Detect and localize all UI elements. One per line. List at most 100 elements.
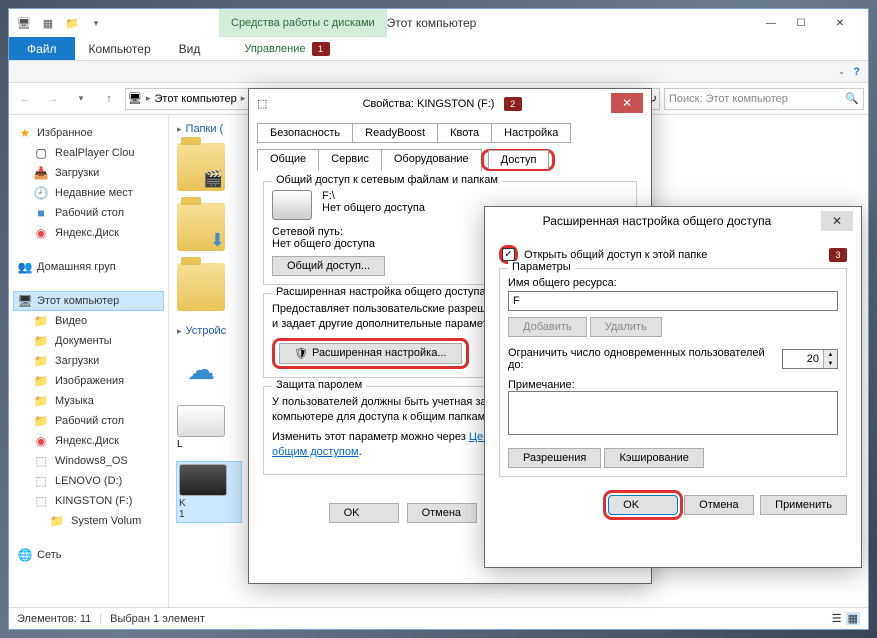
quick-access-toolbar: 🖥 ▦ 📁 ▾ [13,12,107,34]
nav-item[interactable]: 📁Документы [13,331,164,351]
forward-button[interactable]: → [41,87,65,111]
spin-up-icon[interactable]: ▲ [823,350,837,359]
limit-spinner[interactable]: ▲▼ [782,349,838,369]
ok-button[interactable]: OK [608,495,678,515]
advanced-sharing-dialog: Расширенная настройка общего доступа ✕ ✓… [484,206,862,568]
tab-security[interactable]: Безопасность [257,123,353,143]
tab-manage[interactable]: Управление1 [230,37,343,60]
nav-this-pc[interactable]: 🖥Этот компьютер [13,291,164,311]
network-path-value: Нет общего доступа [272,238,375,250]
nav-item[interactable]: 📁Видео [13,311,164,331]
limit-input[interactable] [783,353,823,365]
view-details-icon[interactable]: ☰ [832,612,842,625]
nav-item[interactable]: ◉Яндекс.Диск [13,431,164,451]
share-checkbox[interactable]: ✓ [502,248,515,261]
nav-item[interactable]: 📁Загрузки [13,351,164,371]
tab-customize[interactable]: Настройка [491,123,571,143]
sharing-button[interactable]: Общий доступ... [272,256,385,276]
nav-item[interactable]: 📥Загрузки [13,163,164,183]
nav-item[interactable]: 📁Рабочий стол [13,411,164,431]
nav-network[interactable]: 🌐Сеть [13,545,164,565]
status-selected: Выбран 1 элемент [110,613,205,625]
advanced-sharing-button[interactable]: 🛡Расширенная настройка... [279,343,462,364]
qat-props-icon[interactable]: ▦ [37,12,59,34]
nav-pane: ★Избранное ▢RealPlayer Clou 📥Загрузки 🕘Н… [9,115,169,607]
comment-label: Примечание: [508,379,838,391]
nav-item[interactable]: ◉Яндекс.Диск [13,223,164,243]
minimize-button[interactable]: — [756,13,786,33]
nav-item[interactable]: 📁Изображения [13,371,164,391]
drive-path: F:\ [322,190,425,202]
tab-view[interactable]: Вид [165,37,215,60]
dialog-titlebar: ⬚ Свойства: KINGSTON (F:) 2 ✕ [249,89,651,117]
tabs-row-2: Общие Сервис Оборудование Доступ [249,143,651,171]
tab-general[interactable]: Общие [257,149,319,171]
badge-1: 1 [312,42,330,56]
qat-dropdown-icon[interactable]: ▾ [85,12,107,34]
remove-button[interactable]: Удалить [590,317,662,337]
qat-newfolder-icon[interactable]: 📁 [61,12,83,34]
drive-icon: ⬚ [257,97,267,110]
maximize-button[interactable]: ☐ [786,13,816,33]
tab-sharing[interactable]: Доступ [488,150,550,169]
nav-item[interactable]: ⬚LENOVO (D:) [13,471,164,491]
app-icon: 🖥 [13,12,35,34]
close-button[interactable]: ✕ [816,13,864,33]
ok-button[interactable]: OK [329,503,399,523]
dialog-title: Свойства: KINGSTON (F:) [363,98,495,110]
status-count: Элементов: 11 [17,613,91,625]
nav-item[interactable]: ▢RealPlayer Clou [13,143,164,163]
add-button[interactable]: Добавить [508,317,587,337]
nav-favorites-header[interactable]: ★Избранное [13,123,164,143]
nav-homegroup[interactable]: 👥Домашняя груп [13,257,164,277]
folder-tile[interactable]: 🎬 [177,143,241,191]
permissions-button[interactable]: Разрешения [508,448,601,468]
search-icon: 🔍 [845,92,859,105]
window-title: Этот компьютер [107,16,756,30]
nav-item[interactable]: ■Рабочий стол [13,203,164,223]
dialog-close-button[interactable]: ✕ [821,211,853,231]
drive-tile[interactable]: L [177,405,241,450]
back-button[interactable]: ← [13,87,37,111]
drive-tile[interactable]: ☁ [177,345,241,393]
recent-dropdown[interactable]: ▾ [69,87,93,111]
group-params: Параметры Имя общего ресурса: Добавить У… [499,268,847,477]
dialog-footer: OK Отмена Применить [485,485,861,525]
tab-readyboost[interactable]: ReadyBoost [352,123,438,143]
breadcrumb-root[interactable]: Этот компьютер [155,93,237,105]
tab-computer[interactable]: Компьютер [75,37,165,60]
comment-textarea[interactable] [508,391,838,435]
view-tiles-icon[interactable]: ▦ [846,612,860,625]
nav-item[interactable]: ⬚Windows8_OS [13,451,164,471]
cancel-button[interactable]: Отмена [684,495,754,515]
apply-button[interactable]: Применить [760,495,847,515]
titlebar: 🖥 ▦ 📁 ▾ Средства работы с дисками Этот к… [9,9,868,37]
badge-3: 3 [829,248,847,262]
search-input[interactable]: Поиск: Этот компьютер 🔍 [664,88,864,110]
ribbon-collapsed-bar: ⌄ ? [9,61,868,83]
folder-tile[interactable]: ⬇ [177,203,241,251]
tab-hardware[interactable]: Оборудование [381,149,482,171]
drive-tile-kingston[interactable]: K1 [177,462,241,522]
cancel-button[interactable]: Отмена [407,503,477,523]
up-button[interactable]: ↑ [97,87,121,111]
nav-item[interactable]: 📁Музыка [13,391,164,411]
pc-icon: 🖥 [128,92,142,105]
ribbon-expand-icon[interactable]: ⌄ [838,66,846,77]
caching-button[interactable]: Кэширование [604,448,703,468]
nav-item-kingston[interactable]: ⬚KINGSTON (F:) [13,491,164,511]
nav-item[interactable]: 📁System Volum [13,511,164,531]
help-icon[interactable]: ? [853,66,860,78]
tab-tools[interactable]: Сервис [318,149,382,171]
share-name-label: Имя общего ресурса: [508,277,838,289]
shield-icon: 🛡 [294,347,308,360]
spin-down-icon[interactable]: ▼ [823,359,837,368]
dialog-close-button[interactable]: ✕ [611,93,643,113]
share-name-input[interactable] [508,291,838,311]
folder-tile[interactable] [177,263,241,311]
highlight-sharing-tab: Доступ [481,149,556,171]
nav-item[interactable]: 🕘Недавние мест [13,183,164,203]
tab-quota[interactable]: Квота [437,123,492,143]
file-tab[interactable]: Файл [9,37,75,60]
highlight-adv-button: 🛡Расширенная настройка... [272,338,469,369]
